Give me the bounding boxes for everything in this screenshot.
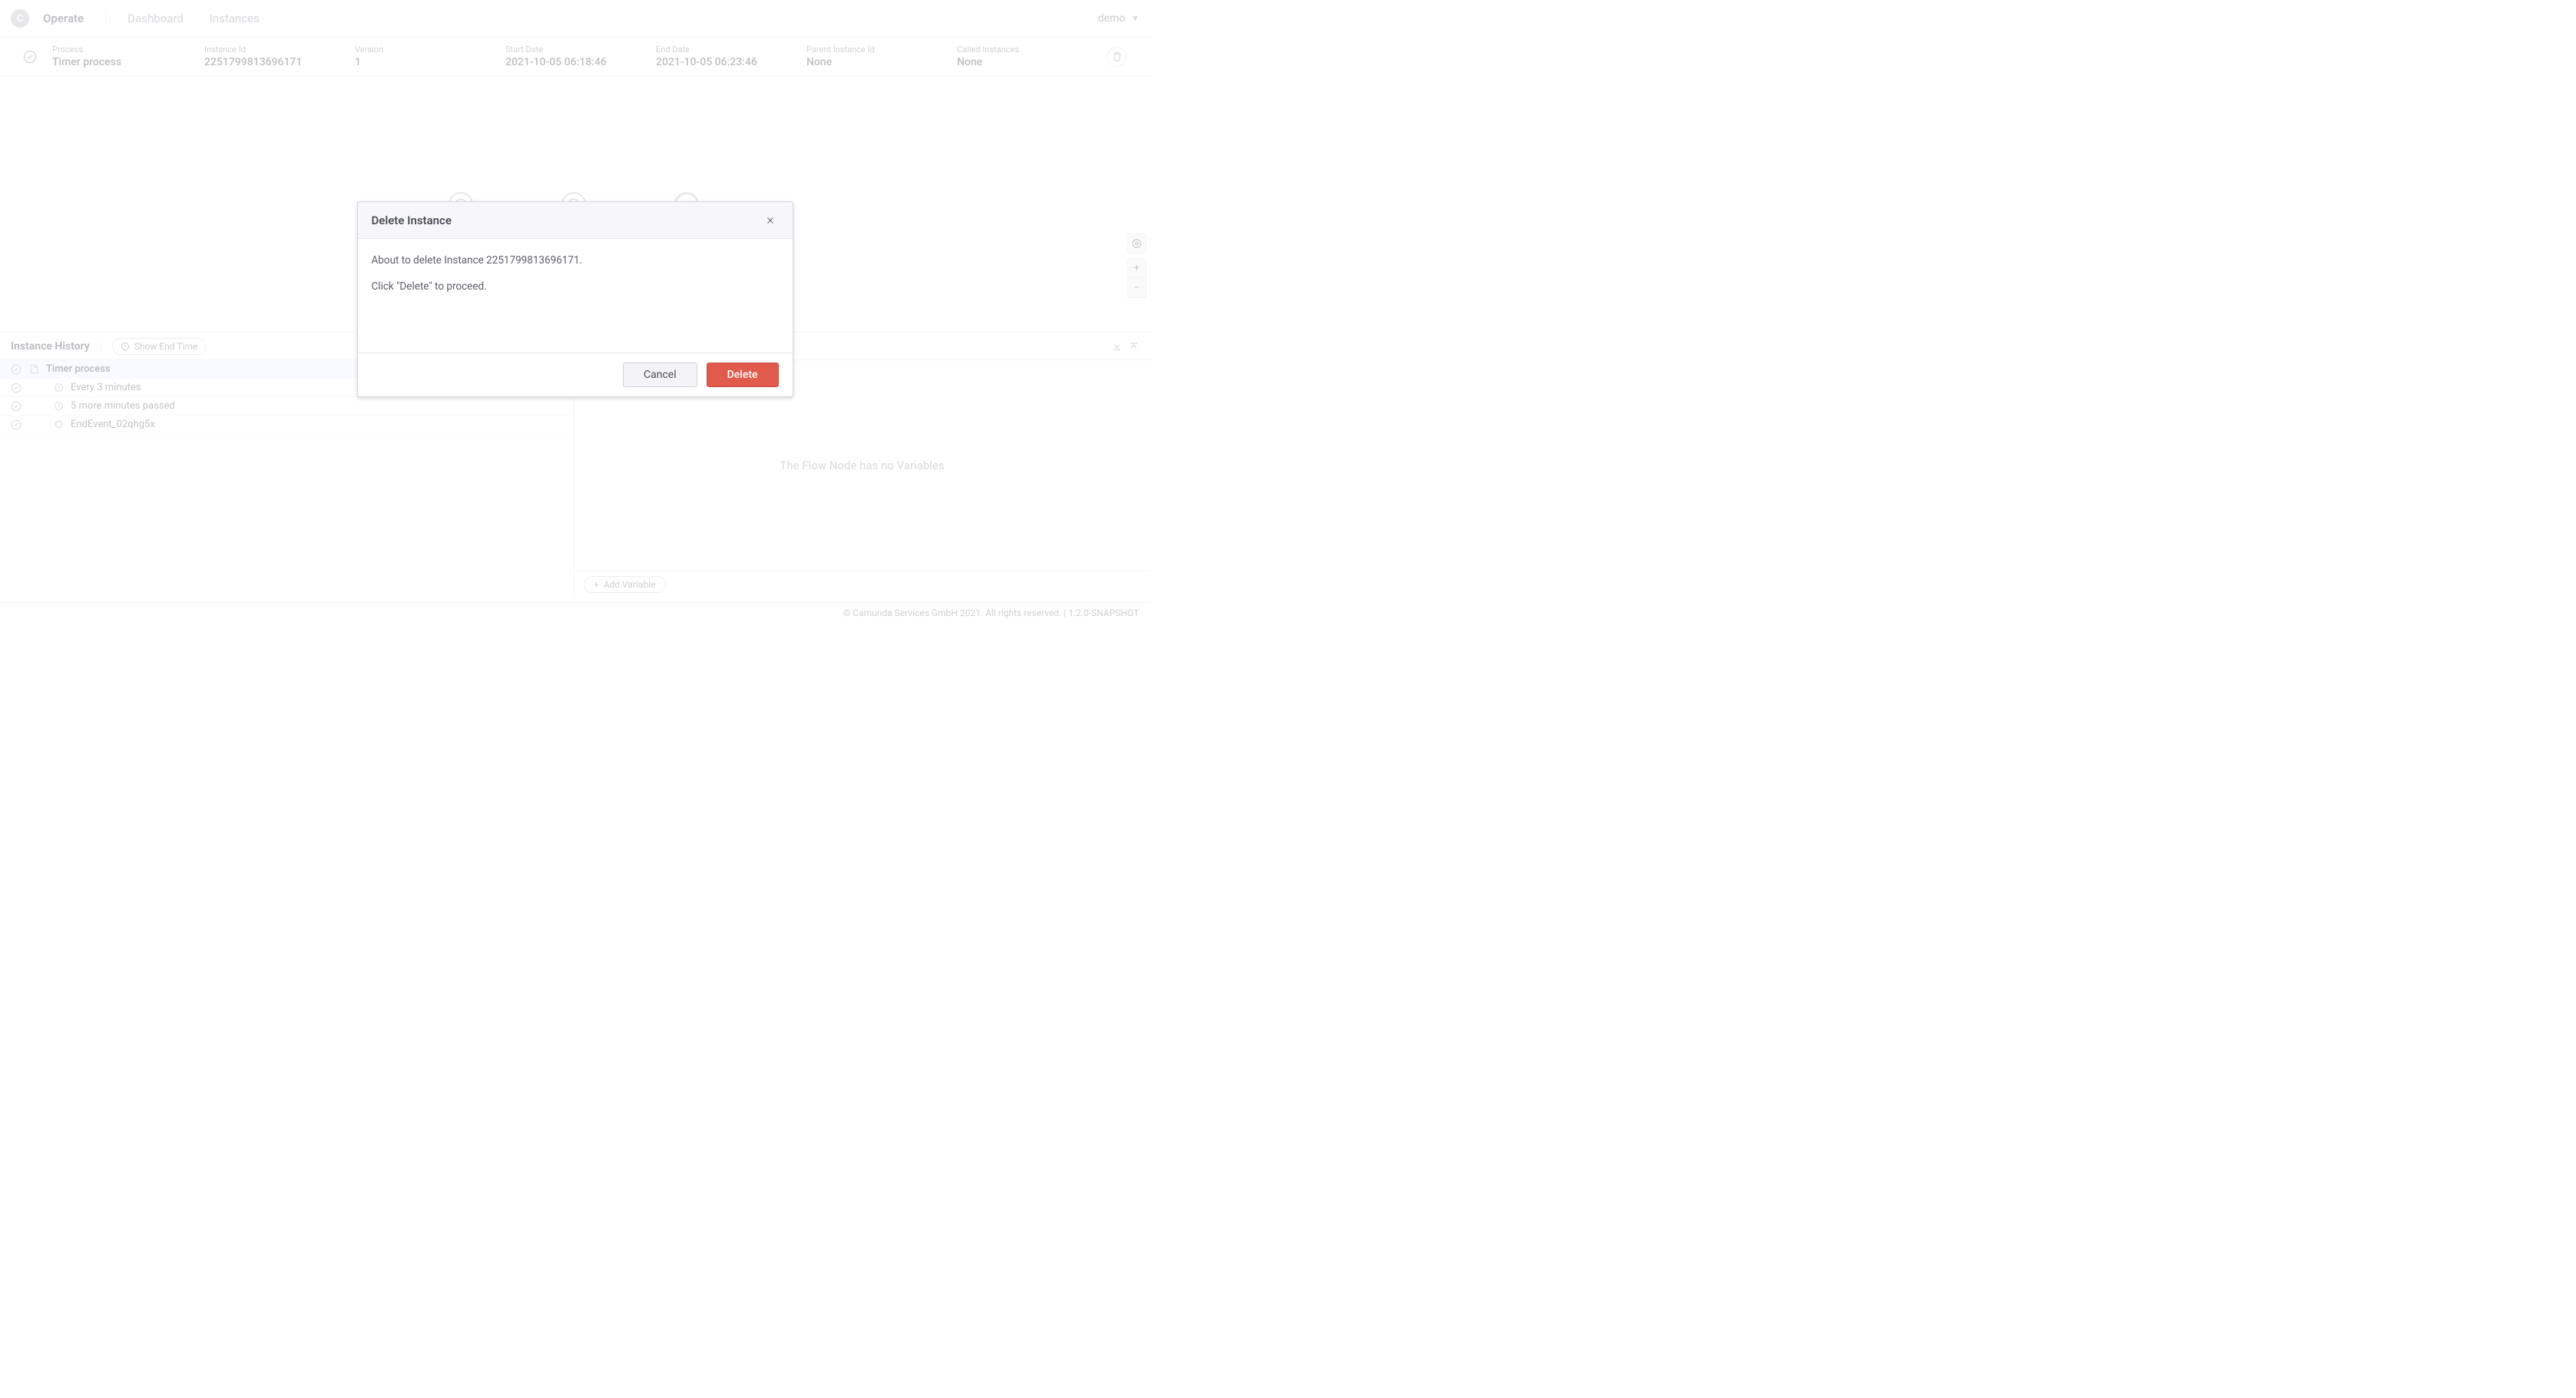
cancel-button[interactable]: Cancel xyxy=(623,363,697,387)
close-icon xyxy=(765,215,776,226)
modal-footer: Cancel Delete xyxy=(358,353,793,396)
modal-text-line1: About to delete Instance 225179981369617… xyxy=(372,254,779,267)
delete-button[interactable]: Delete xyxy=(707,363,779,387)
modal-text-line2: Click "Delete" to proceed. xyxy=(372,280,779,293)
modal-close-button[interactable] xyxy=(762,212,779,229)
modal-body: About to delete Instance 225179981369617… xyxy=(358,239,793,353)
modal-backdrop[interactable]: Delete Instance About to delete Instance… xyxy=(0,0,1150,622)
modal-header: Delete Instance xyxy=(358,202,793,239)
modal-title: Delete Instance xyxy=(372,214,762,227)
delete-instance-modal: Delete Instance About to delete Instance… xyxy=(357,201,793,397)
